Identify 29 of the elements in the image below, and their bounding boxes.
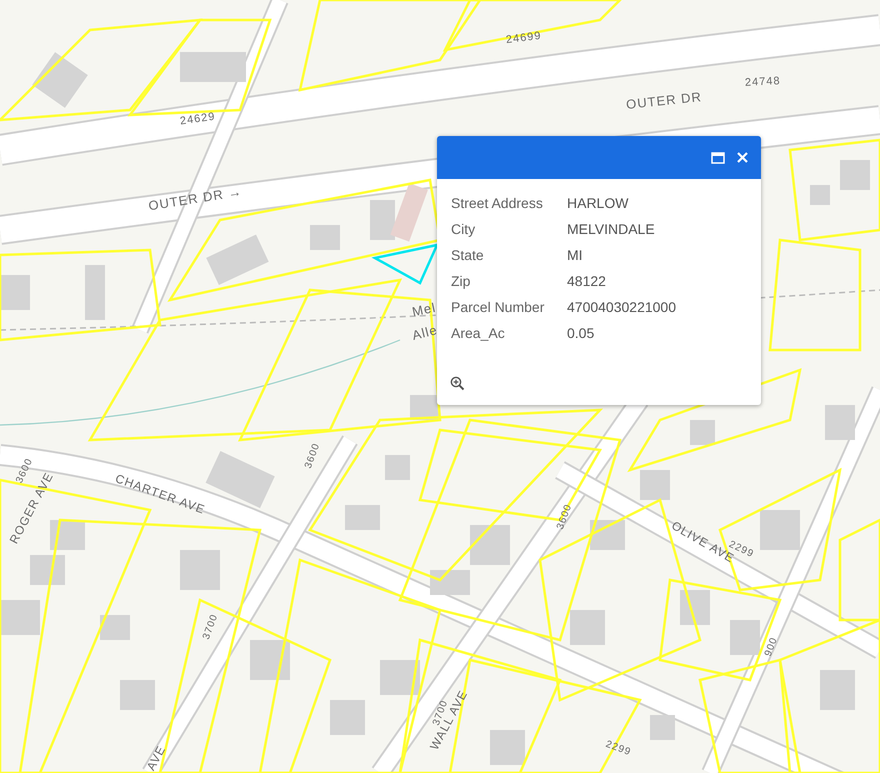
maximize-icon[interactable]: [711, 152, 725, 164]
field-label: State: [451, 246, 485, 265]
street-label: 3700: [202, 612, 220, 642]
street-label: 2299: [604, 740, 632, 758]
field-label: City: [451, 220, 476, 239]
street-label: 3600: [304, 442, 322, 470]
street-label: 3600: [15, 457, 36, 485]
field-value: 47004030221000: [567, 298, 676, 317]
zoom-in-icon[interactable]: [450, 376, 465, 391]
street-label: 900: [764, 636, 780, 658]
field-value: HARLOW: [567, 194, 628, 213]
field-value: MELVINDALE: [567, 220, 655, 239]
close-icon[interactable]: [737, 152, 748, 163]
street-label: 24748: [744, 76, 781, 89]
field-value: 0.05: [567, 324, 594, 343]
street-label: AVE: [144, 744, 168, 772]
street-label: OUTER DR: [626, 90, 702, 111]
street-label: 24629: [179, 112, 216, 128]
street-label: 3600: [556, 502, 574, 532]
field-label: Zip: [451, 272, 472, 291]
field-label: Parcel Number: [451, 298, 546, 317]
field-value: MI: [567, 246, 583, 265]
street-label: OUTER DR →: [148, 184, 243, 212]
street-label: 24699: [505, 30, 542, 46]
field-label: Area_Ac: [451, 324, 506, 343]
street-label: Alle: [410, 323, 439, 342]
field-label: Street Address: [451, 194, 544, 213]
field-value: 48122: [567, 272, 606, 291]
street-label: Mel: [410, 300, 438, 318]
